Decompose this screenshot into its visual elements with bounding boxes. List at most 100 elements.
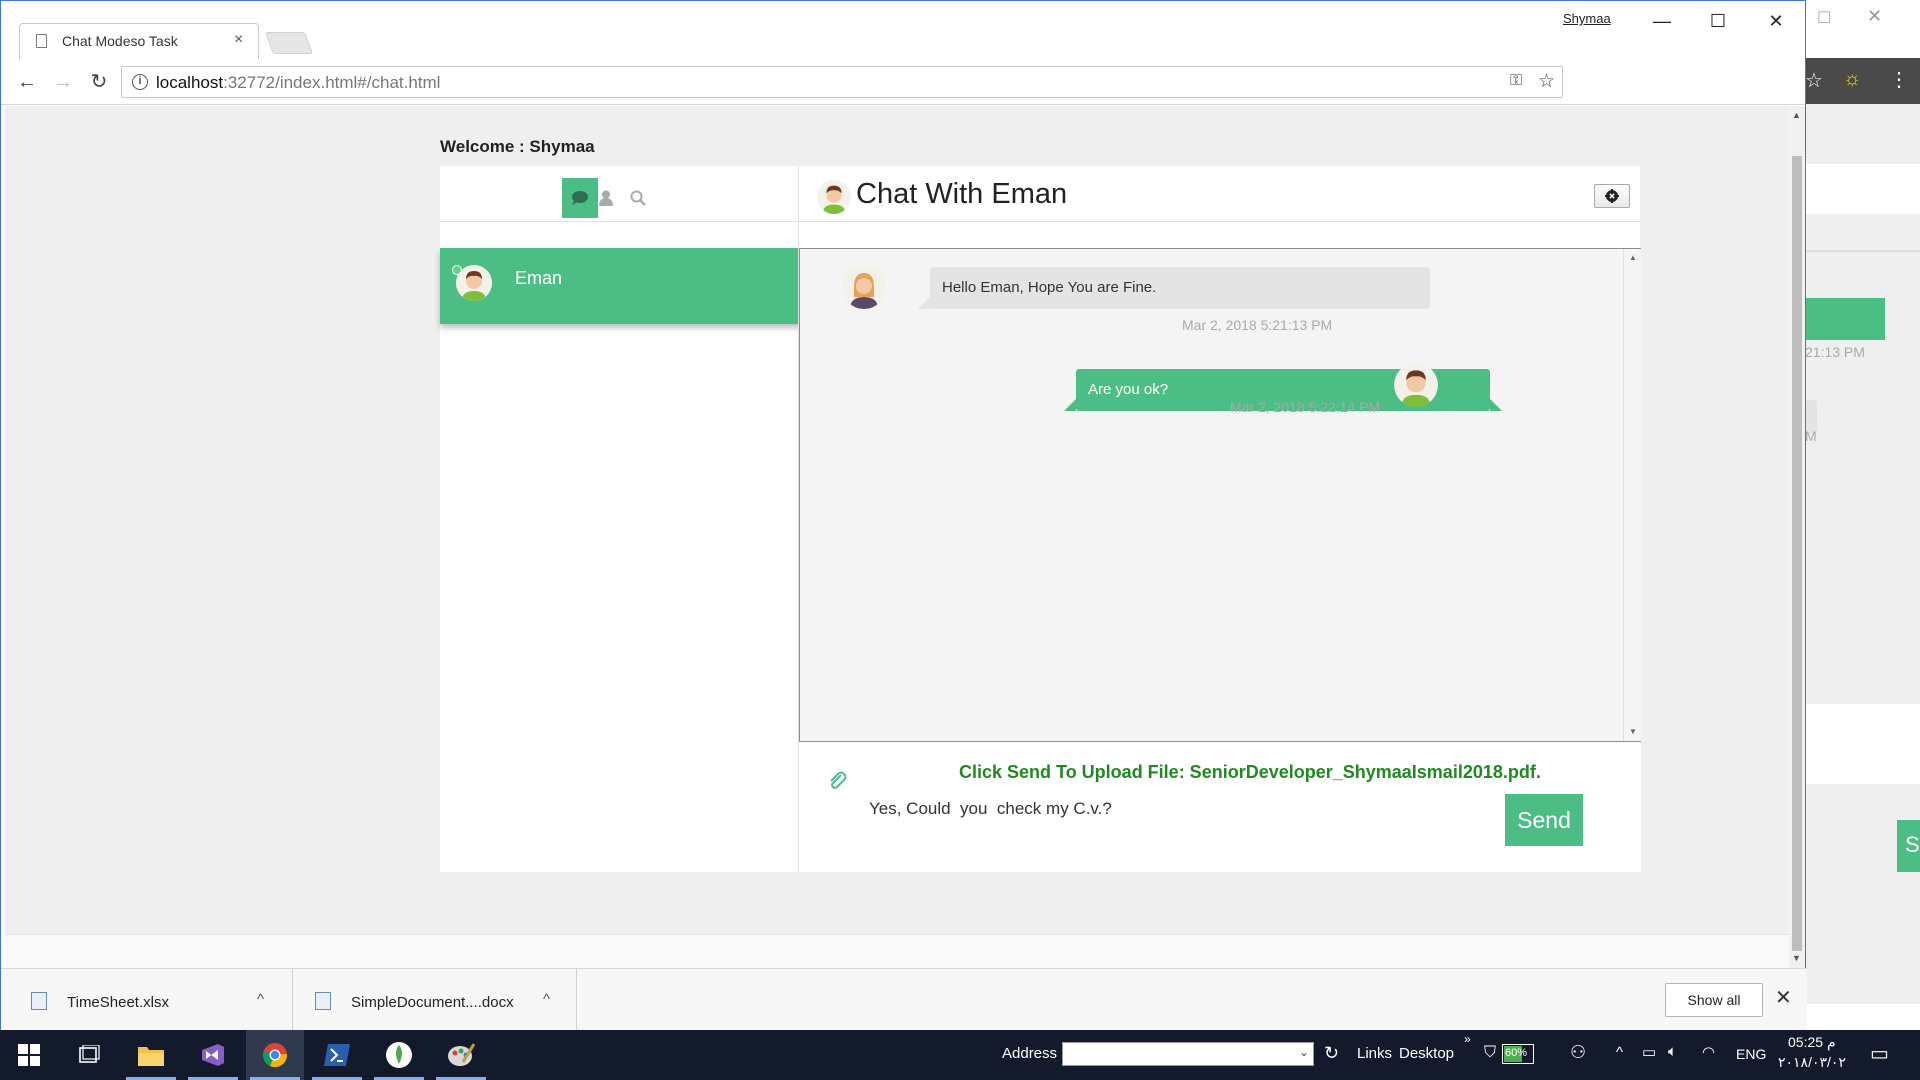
- powershell-button[interactable]: [308, 1030, 366, 1080]
- title-bar: Chat Modeso Task × Shymaa — ☐ ✕: [1, 1, 1805, 59]
- back-icon[interactable]: ←: [13, 69, 41, 95]
- bg-panel: [1805, 164, 1920, 214]
- tab-chat-modeso[interactable]: Chat Modeso Task ×: [19, 23, 259, 59]
- bg-menu-icon[interactable]: ⋮: [1889, 67, 1909, 92]
- chrome-icon: [262, 1043, 288, 1068]
- incoming-message-text: Hello Eman, Hope You are Fine.: [942, 279, 1157, 296]
- start-button[interactable]: [0, 1030, 58, 1080]
- close-shelf-icon[interactable]: ✕: [1775, 985, 1792, 1010]
- taskbar: Address ⌄ ↻ Links Desktop » ⛉ 60% ⚇ ^ ▭ …: [0, 1030, 1920, 1080]
- message-scroll-down-icon[interactable]: ▼: [1629, 727, 1637, 736]
- url-text[interactable]: localhost:32772/index.html#/chat.html: [156, 73, 440, 93]
- message-scroll-up-icon[interactable]: ▲: [1629, 253, 1637, 262]
- profile-name[interactable]: Shymaa: [1563, 11, 1611, 26]
- clock-date[interactable]: ٢٠١٨/٠٣/٠٢: [1778, 1054, 1846, 1071]
- shield-icon[interactable]: ⛉: [1484, 1044, 1496, 1062]
- people-icon[interactable]: ⚇: [1570, 1042, 1586, 1063]
- chevron-up-icon[interactable]: ^: [1616, 1044, 1623, 1061]
- url-path: :32772/index.html#/chat.html: [223, 73, 441, 92]
- chat-panel: Chat With Eman Hello Eman, Hope You are …: [798, 166, 1641, 872]
- scrollbar-thumb[interactable]: [1792, 156, 1802, 951]
- task-view-icon: [79, 1045, 100, 1063]
- maximize-icon[interactable]: ☐: [1695, 7, 1741, 35]
- mongodb-button[interactable]: [370, 1030, 428, 1080]
- scroll-up-arrow-icon[interactable]: ▲: [1792, 110, 1801, 120]
- contact-item-eman[interactable]: Eman: [440, 248, 810, 324]
- page-scrollbar[interactable]: ▲ ▼: [1789, 106, 1805, 968]
- chat-header: Chat With Eman: [799, 166, 1641, 222]
- address-bar[interactable]: i localhost:32772/index.html#/chat.html …: [121, 66, 1563, 98]
- chevron-down-icon[interactable]: ⌄: [1299, 1045, 1309, 1059]
- toolbar-overflow-icon[interactable]: »: [1464, 1032, 1471, 1046]
- chat-bubble-icon: [572, 191, 588, 205]
- reload-icon[interactable]: ↻: [85, 69, 113, 95]
- tab-contacts[interactable]: [588, 178, 624, 218]
- visual-studio-button[interactable]: [184, 1030, 242, 1080]
- task-view-button[interactable]: [60, 1030, 118, 1080]
- bg-send-button[interactable]: S: [1897, 820, 1920, 872]
- site-info-icon[interactable]: i: [132, 74, 148, 90]
- contacts-panel: Eman: [440, 166, 810, 872]
- background-page: 21:13 PM M S: [1805, 104, 1920, 1004]
- links-toolbar[interactable]: Links: [1357, 1045, 1392, 1062]
- gear-icon: [1605, 189, 1619, 203]
- close-window-icon[interactable]: ✕: [1753, 7, 1799, 35]
- bg-maximize-icon[interactable]: ☐: [1817, 8, 1831, 28]
- taskbar-address-input[interactable]: ⌄: [1062, 1042, 1314, 1066]
- refresh-icon[interactable]: ↻: [1324, 1043, 1339, 1064]
- clock-time[interactable]: 05:25 م: [1788, 1034, 1836, 1051]
- incoming-message-bubble: Hello Eman, Hope You are Fine.: [918, 267, 1430, 309]
- download-item-timesheet[interactable]: TimeSheet.xlsx ^: [1, 969, 293, 1032]
- chat-title: Chat With Eman: [856, 178, 1068, 210]
- settings-button[interactable]: [1594, 184, 1630, 208]
- send-button[interactable]: Send: [1505, 794, 1583, 846]
- key-icon[interactable]: ⚿: [1510, 72, 1522, 90]
- bg-time-2: M: [1805, 428, 1817, 444]
- url-host: localhost: [156, 73, 224, 92]
- address-toolbar-label: Address: [1002, 1045, 1058, 1062]
- desktop-toolbar[interactable]: Desktop: [1399, 1045, 1454, 1062]
- file-explorer-button[interactable]: [122, 1030, 180, 1080]
- chevron-up-icon[interactable]: ^: [257, 991, 264, 1008]
- new-tab-button[interactable]: [264, 32, 314, 54]
- message-composer: Click Send To Upload File: SeniorDevelop…: [799, 744, 1641, 872]
- browser-window: Chat Modeso Task × Shymaa — ☐ ✕ ← → ↻ i …: [0, 0, 1807, 1032]
- download-item-document[interactable]: SimpleDocument....docx ^: [293, 969, 577, 1032]
- wifi-icon[interactable]: ◠: [1702, 1043, 1715, 1061]
- online-status-dot: [452, 265, 462, 275]
- tab-search[interactable]: [620, 178, 656, 218]
- chrome-button[interactable]: [246, 1030, 304, 1080]
- welcome-text: Welcome : Shymaa: [440, 137, 595, 156]
- download-name: SimpleDocument....docx: [351, 994, 514, 1011]
- background-toolbar: ☆ ☼ ⋮: [1805, 58, 1920, 104]
- notifications-icon[interactable]: ▭: [1870, 1041, 1889, 1066]
- bg-extension-icon[interactable]: ☼: [1843, 68, 1861, 91]
- message-scrollbar[interactable]: ▲ ▼: [1623, 249, 1641, 741]
- chat-partner-avatar: [817, 180, 851, 214]
- message-list[interactable]: Hello Eman, Hope You are Fine. Mar 2, 20…: [799, 248, 1641, 742]
- bg-star-icon[interactable]: ☆: [1805, 68, 1823, 93]
- background-browser-window: ☐ ✕ ☆ ☼ ⋮ 21:13 PM M S: [1804, 0, 1920, 1030]
- search-icon: [630, 190, 646, 206]
- chevron-up-icon[interactable]: ^: [543, 991, 550, 1008]
- bookmark-star-icon[interactable]: ☆: [1538, 70, 1555, 93]
- minimize-icon[interactable]: —: [1639, 7, 1685, 35]
- attach-file-button[interactable]: [827, 770, 847, 795]
- message-input[interactable]: [867, 794, 1472, 824]
- battery-indicator[interactable]: 60%: [1502, 1044, 1534, 1064]
- tab-close-icon[interactable]: ×: [234, 31, 243, 49]
- paint-button[interactable]: [432, 1030, 490, 1080]
- power-icon[interactable]: ▭: [1642, 1043, 1656, 1061]
- windows-icon: [18, 1044, 40, 1066]
- contacts-header: [440, 166, 798, 222]
- incoming-message-time: Mar 2, 2018 5:21:13 PM: [1182, 317, 1333, 333]
- scroll-down-arrow-icon[interactable]: ▼: [1792, 953, 1801, 963]
- outgoing-message-text: Are you ok?: [1088, 381, 1169, 398]
- page-icon: [36, 34, 47, 48]
- language-indicator[interactable]: ENG: [1736, 1046, 1766, 1062]
- volume-icon[interactable]: 🔈︎: [1668, 1043, 1677, 1060]
- show-all-button[interactable]: Show all: [1665, 983, 1763, 1017]
- bg-close-icon[interactable]: ✕: [1867, 6, 1882, 27]
- download-name: TimeSheet.xlsx: [67, 994, 169, 1011]
- forward-icon[interactable]: →: [49, 69, 77, 95]
